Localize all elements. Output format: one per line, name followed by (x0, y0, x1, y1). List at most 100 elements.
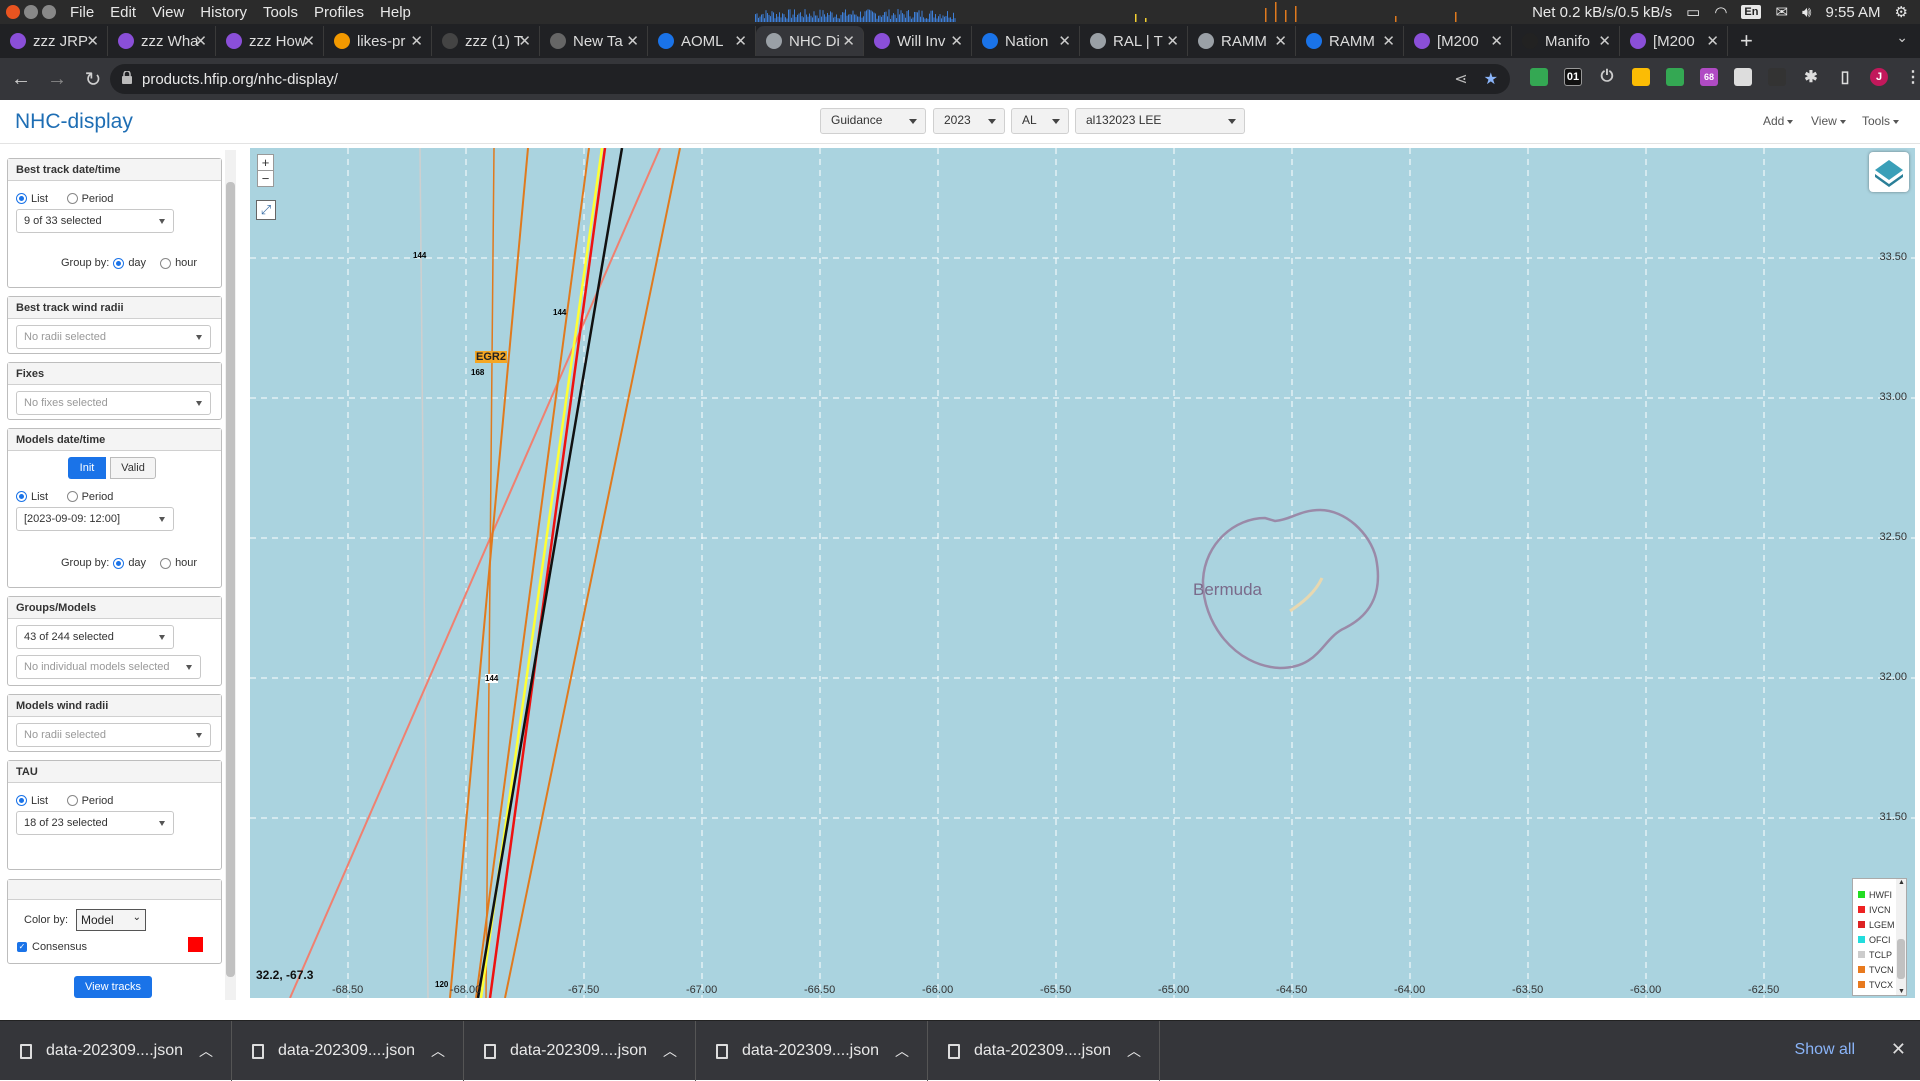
browser-tab[interactable]: [M200 ✕ (1404, 26, 1512, 56)
best-track-day-radio[interactable]: day (113, 257, 146, 269)
browser-menu-kebab-icon[interactable]: ⋮ (1904, 68, 1920, 86)
year-select[interactable]: 2023 (933, 108, 1005, 134)
bookmark-star-icon[interactable]: ★ (1484, 69, 1498, 89)
chevron-up-icon[interactable]: ︿ (1127, 1041, 1141, 1061)
storm-select[interactable]: al132023 LEE (1075, 108, 1245, 134)
models-day-radio[interactable]: day (113, 557, 146, 569)
tab-close-icon[interactable]: ✕ (1382, 32, 1395, 50)
guidance-select[interactable]: Guidance (820, 108, 926, 134)
browser-tab[interactable]: RAMM ✕ (1188, 26, 1296, 56)
tab-search-chevron-icon[interactable]: ⌄ (1896, 29, 1908, 46)
menu-history[interactable]: History (200, 4, 247, 21)
legend-item[interactable]: LGEM (1853, 917, 1898, 932)
tab-close-icon[interactable]: ✕ (194, 32, 207, 50)
chevron-up-icon[interactable]: ︿ (199, 1041, 213, 1061)
screen-icon[interactable]: ▭ (1686, 3, 1700, 21)
chevron-up-icon[interactable]: ︿ (663, 1041, 677, 1061)
tab-close-icon[interactable]: ✕ (1274, 32, 1287, 50)
models-hour-radio[interactable]: hour (160, 557, 197, 569)
models-list-radio[interactable]: List (16, 491, 48, 503)
volume-icon[interactable]: 🔊︎ (1802, 4, 1811, 21)
page-title[interactable]: NHC-display (15, 110, 133, 134)
best-track-hour-radio[interactable]: hour (160, 257, 197, 269)
browser-tab[interactable]: zzz Wha ✕ (108, 26, 216, 56)
back-arrow-icon[interactable]: ← (6, 68, 36, 91)
tab-close-icon[interactable]: ✕ (734, 32, 747, 50)
legend-item[interactable]: IVCN (1853, 902, 1898, 917)
models-datetime-select[interactable]: [2023-09-09: 12:00] (16, 507, 174, 531)
browser-tab[interactable]: Manifo ✕ (1512, 26, 1620, 56)
zoom-in-button[interactable]: + (257, 154, 274, 171)
basin-select[interactable]: AL (1011, 108, 1069, 134)
best-track-period-radio[interactable]: Period (66, 193, 113, 205)
profile-avatar[interactable]: J (1870, 68, 1888, 86)
tab-close-icon[interactable]: ✕ (1598, 32, 1611, 50)
maximize-window-icon[interactable] (42, 5, 56, 19)
extension-counter-icon[interactable]: 68 (1700, 68, 1718, 86)
extension-yellow-icon[interactable] (1632, 68, 1650, 86)
layers-button[interactable] (1869, 152, 1909, 192)
tab-close-icon[interactable]: ✕ (842, 32, 855, 50)
menu-profiles[interactable]: Profiles (314, 4, 364, 21)
browser-tab[interactable]: AOML ✕ (648, 26, 756, 56)
legend-scrollbar[interactable]: ▲ ▼ (1896, 879, 1906, 995)
extension-google-icon[interactable] (1530, 68, 1548, 86)
tab-close-icon[interactable]: ✕ (86, 32, 99, 50)
tau-list-radio[interactable]: List (16, 795, 48, 807)
browser-tab[interactable]: RAL | T ✕ (1080, 26, 1188, 56)
wifi-icon[interactable]: ◠ (1714, 3, 1727, 21)
best-track-select[interactable]: 9 of 33 selected (16, 209, 174, 233)
models-wind-select[interactable]: No radii selected (16, 723, 211, 747)
download-item[interactable]: data-202309....json ︿ (696, 1021, 928, 1081)
browser-tab[interactable]: RAMM ✕ (1296, 26, 1404, 56)
sidebar-scrollbar-thumb[interactable] (226, 182, 235, 977)
tab-close-icon[interactable]: ✕ (302, 32, 315, 50)
map-canvas[interactable] (250, 148, 1915, 998)
extension-badge-icon[interactable]: 01 (1564, 68, 1582, 86)
close-window-icon[interactable] (6, 5, 20, 19)
download-item[interactable]: data-202309....json ︿ (928, 1021, 1160, 1081)
extensions-puzzle-icon[interactable]: ✱ (1802, 68, 1820, 86)
map-view[interactable]: 33.50 33.00 32.50 32.00 31.50 -68.50 -68.00 -6… (250, 148, 1915, 998)
consensus-color-swatch[interactable] (188, 937, 203, 952)
browser-tab[interactable]: zzz (1) T ✕ (432, 26, 540, 56)
legend-item[interactable]: TVCX (1853, 977, 1898, 992)
fixes-select[interactable]: No fixes selected (16, 391, 211, 415)
color-by-select[interactable]: Model ⌄ (76, 909, 146, 931)
individual-models-select[interactable]: No individual models selected (16, 655, 201, 679)
browser-tab[interactable]: zzz How ✕ (216, 26, 324, 56)
extension-doc-icon[interactable] (1734, 68, 1752, 86)
forward-arrow-icon[interactable]: → (42, 68, 72, 91)
sidebar-toggle-icon[interactable]: ▯ (1836, 68, 1854, 86)
download-item[interactable]: data-202309....json ︿ (464, 1021, 696, 1081)
show-all-downloads-link[interactable]: Show all (1795, 1041, 1855, 1059)
consensus-checkbox[interactable]: ✓ (17, 942, 27, 952)
add-menu[interactable]: Add (1763, 114, 1794, 128)
tab-close-icon[interactable]: ✕ (1058, 32, 1071, 50)
new-tab-button[interactable]: + (1740, 28, 1753, 54)
tab-close-icon[interactable]: ✕ (410, 32, 423, 50)
init-button[interactable]: Init (68, 457, 106, 479)
url-field[interactable]: products.hfip.org/nhc-display/ ⋖ ★ (110, 64, 1510, 94)
best-track-wind-select[interactable]: No radii selected (16, 325, 211, 349)
minimize-window-icon[interactable] (24, 5, 38, 19)
reload-icon[interactable]: ↻ (78, 67, 108, 92)
menu-help[interactable]: Help (380, 4, 411, 21)
view-menu[interactable]: View (1811, 114, 1846, 128)
power-icon[interactable]: ⏻ (1598, 68, 1616, 86)
chevron-up-icon[interactable]: ︿ (431, 1041, 445, 1061)
settings-gear-icon[interactable]: ⚙ (1895, 3, 1908, 21)
clock[interactable]: 9:55 AM (1826, 4, 1881, 21)
legend-item[interactable]: TVCN (1853, 962, 1898, 977)
menu-view[interactable]: View (152, 4, 184, 21)
extension-green-icon[interactable] (1666, 68, 1684, 86)
close-downloads-icon[interactable]: ✕ (1891, 1039, 1906, 1060)
browser-tab[interactable]: likes-pr ✕ (324, 26, 432, 56)
browser-tab[interactable]: Will Inv ✕ (864, 26, 972, 56)
tau-select[interactable]: 18 of 23 selected (16, 811, 174, 835)
best-track-list-radio[interactable]: List (16, 193, 48, 205)
fullscreen-button[interactable]: ⤢ (256, 200, 276, 220)
tab-close-icon[interactable]: ✕ (1706, 32, 1719, 50)
models-period-radio[interactable]: Period (66, 491, 113, 503)
tab-close-icon[interactable]: ✕ (518, 32, 531, 50)
